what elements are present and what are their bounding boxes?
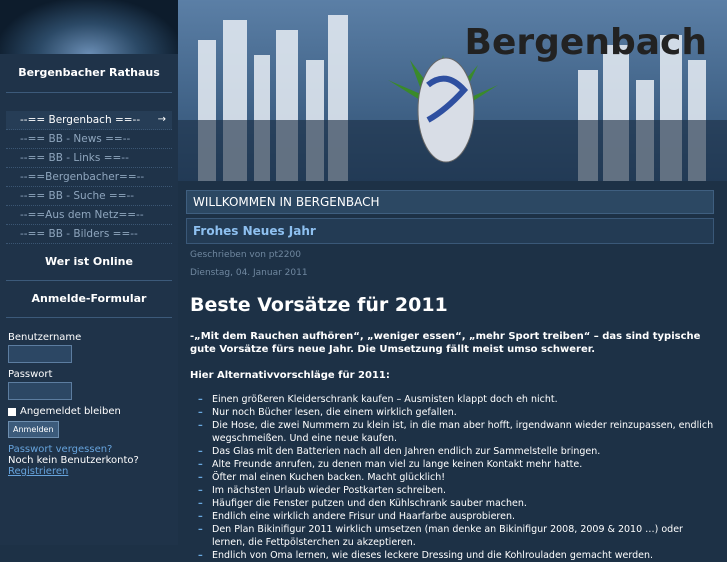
article-title[interactable]: Frohes Neues Jahr — [186, 218, 714, 244]
list-item: Die Hose, die zwei Nummern zu klein ist,… — [198, 419, 714, 445]
list-item: Häufiger die Fenster putzen und den Kühl… — [198, 497, 714, 510]
article-content: WILLKOMMEN IN BERGENBACH Frohes Neues Ja… — [186, 190, 714, 562]
sidebar-header-glow — [0, 0, 178, 54]
list-item: Endlich eine wirklich andere Frisur und … — [198, 510, 714, 523]
section-title: WILLKOMMEN IN BERGENBACH — [186, 190, 714, 214]
site-logo-title: Bergenbach — [464, 22, 707, 63]
menu-item-news[interactable]: --== BB - News ==-- — [6, 130, 172, 149]
menu-item-label: --== Bergenbach ==-- — [20, 114, 141, 126]
article-author: Geschrieben von pt2200 — [190, 250, 301, 260]
remember-checkbox[interactable] — [8, 407, 16, 416]
list-item: Endlich von Oma lernen, wie dieses lecke… — [198, 549, 714, 562]
no-account-text: Noch kein Benutzerkonto? — [8, 455, 139, 466]
remember-label: Angemeldet bleiben — [20, 406, 121, 417]
suggestion-list: Einen größeren Kleiderschrank kaufen – A… — [186, 393, 714, 562]
username-label: Benutzername — [8, 332, 82, 343]
list-item: Nur noch Bücher lesen, die einem wirklic… — [198, 406, 714, 419]
article-subhead: Hier Alternativvorschläge für 2011: — [190, 370, 390, 381]
list-item: Das Glas mit den Batterien nach all den … — [198, 445, 714, 458]
list-item: Den Plan Bikinifigur 2011 wirklich umset… — [198, 523, 714, 549]
list-item: Öfter mal einen Kuchen backen. Macht glü… — [198, 471, 714, 484]
divider — [6, 92, 172, 93]
menu-item-bergenbach[interactable]: --== Bergenbach ==-- → — [6, 111, 172, 130]
article-headline: Beste Vorsätze für 2011 — [190, 294, 448, 316]
register-link[interactable]: Registrieren — [8, 466, 170, 477]
sidebar: Bergenbacher Rathaus --== Bergenbach ==-… — [0, 0, 178, 545]
login-button[interactable]: Anmelden — [8, 421, 59, 438]
list-item: Alte Freunde anrufen, zu denen man viel … — [198, 458, 714, 471]
username-input[interactable] — [8, 345, 72, 363]
sidebar-title: Bergenbacher Rathaus — [18, 66, 160, 79]
menu-item-aus-dem-netz[interactable]: --==Aus dem Netz==-- — [6, 206, 172, 225]
list-item: Einen größeren Kleiderschrank kaufen – A… — [198, 393, 714, 406]
header-banner: Bergenbach — [178, 0, 727, 181]
menu-item-suche[interactable]: --== BB - Suche ==-- — [6, 187, 172, 206]
article-intro: -„Mit dem Rauchen aufhören“, „weniger es… — [190, 331, 701, 355]
list-item: Im nächsten Urlaub wieder Postkarten sch… — [198, 484, 714, 497]
menu-item-bilders[interactable]: --== BB - Bilders ==-- — [6, 225, 172, 244]
remember-me[interactable]: Angemeldet bleiben — [8, 406, 170, 417]
arrow-right-icon: → — [157, 114, 166, 125]
login-heading: Anmelde-Formular — [31, 292, 147, 305]
login-form: Benutzername Passwort Angemeldet bleiben… — [0, 318, 178, 477]
menu-item-bergenbacher[interactable]: --==Bergenbacher==-- — [6, 168, 172, 187]
password-input[interactable] — [8, 382, 72, 400]
menu-item-links[interactable]: --== BB - Links ==-- — [6, 149, 172, 168]
password-label: Passwort — [8, 369, 53, 380]
forgot-password-link[interactable]: Passwort vergessen? — [8, 444, 170, 455]
who-online-heading: Wer ist Online — [45, 255, 133, 268]
main-menu: --== Bergenbach ==-- → --== BB - News ==… — [0, 111, 178, 244]
article-date: Dienstag, 04. Januar 2011 — [190, 268, 308, 278]
